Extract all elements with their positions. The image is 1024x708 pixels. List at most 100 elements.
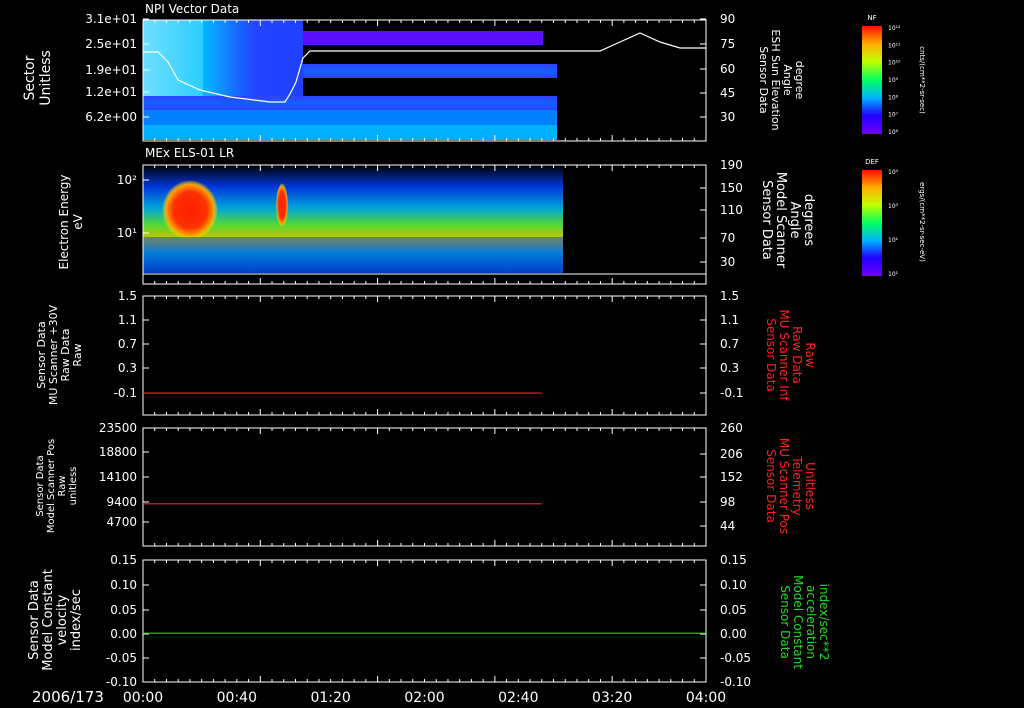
scanner-30v-ylabel: Sensor Data MU Scanner +30V Raw Data Raw: [35, 304, 84, 405]
els-title: MEx ELS-01 LR: [145, 146, 234, 160]
svg-text:Sensor Data: Sensor Data: [759, 180, 774, 260]
y-right-tick-label: -0.10: [720, 675, 751, 689]
y-tick-label: 9400: [106, 495, 137, 509]
svg-text:eV: eV: [71, 213, 85, 229]
panel-frame-5: [142, 559, 707, 683]
y-tick-label: 0.00: [110, 627, 137, 641]
y-tick-label: -0.10: [106, 675, 137, 689]
svg-text:DEF: DEF: [865, 158, 879, 166]
y-tick-label: 0.15: [110, 553, 137, 567]
acceleration-ylabel: Sensor Data Model Constant acceleration …: [778, 575, 831, 669]
time-tick-label: 00:00: [123, 690, 163, 706]
y-tick-label: 23500: [99, 421, 137, 435]
colorbar-tick-label: 10¹⁰: [888, 60, 901, 67]
time-tick-label: 01:20: [310, 690, 350, 706]
y-tick-label: 14100: [99, 470, 137, 484]
y-tick-label: 3.1e+01: [85, 12, 137, 26]
scanner-telemetry-ylabel: Sensor Data MU Scanner Pos Telemetry Uni…: [764, 438, 817, 534]
svg-text:Telemetry: Telemetry: [790, 455, 804, 515]
y-right-tick-label: -0.05: [720, 651, 751, 665]
npi-spectrogram: [143, 20, 557, 140]
npi-ylabel: Sector Unitless: [22, 50, 54, 106]
y-tick-label: -0.1: [114, 386, 137, 400]
colorbar-tick-label: 10¹: [888, 271, 899, 278]
panel-frame-4: [142, 427, 707, 547]
y-right-tick-label: 1.5: [720, 289, 739, 303]
date-label: 2006/173: [32, 688, 104, 706]
svg-text:unitless: unitless: [68, 467, 79, 506]
y-right-tick-label: 0.00: [720, 627, 747, 641]
y-right-tick-label: 98: [720, 495, 735, 509]
svg-text:Unitless: Unitless: [38, 50, 54, 106]
npi-colorbar: NF 10¹² 10¹¹ 10¹⁰ 10⁹ 10⁸ 10⁷ 10⁶ cnts/(cm**2-…: [862, 14, 926, 136]
svg-text:Unitless: Unitless: [803, 462, 817, 510]
y-tick-label: 0.7: [118, 337, 137, 351]
colorbar-tick-label: 10⁷: [888, 112, 899, 119]
y-tick-label: 1.5: [118, 289, 137, 303]
svg-text:Sensor Data: Sensor Data: [35, 455, 46, 516]
svg-text:Raw: Raw: [57, 475, 68, 496]
svg-text:MU Scanner Pos: MU Scanner Pos: [777, 438, 791, 534]
svg-text:Sensor Data: Sensor Data: [764, 318, 778, 392]
svg-text:Model Scanner: Model Scanner: [773, 172, 788, 269]
els-ylabel: Electron Energy eV: [57, 174, 85, 269]
y-right-tick-label: 90: [720, 12, 735, 26]
svg-text:Raw: Raw: [71, 343, 84, 366]
y-right-tick-label: 152: [720, 470, 743, 484]
chart-figure: NPI Vector Data MEx ELS-01 LR Sector Uni…: [22, 2, 926, 706]
y-right-tick-label: 110: [720, 203, 743, 217]
velocity-ylabel: Sensor Data Model Constant velocity inde…: [27, 569, 84, 671]
colorbar-tick-label: 10⁴: [888, 169, 899, 176]
svg-text:Raw: Raw: [803, 342, 817, 367]
y-tick-label: -0.05: [106, 651, 137, 665]
svg-text:velocity: velocity: [55, 594, 70, 645]
y-right-tick-label: 75: [720, 37, 735, 51]
svg-text:NF: NF: [867, 14, 876, 22]
y-right-tick-label: 0.05: [720, 603, 747, 617]
y-right-tick-label: 206: [720, 447, 743, 461]
y-right-tick-label: 44: [720, 519, 735, 533]
els-colorbar: DEF 10⁴ 10³ 10² 10¹ ergs/(cm**2-sr-sec-eV): [862, 158, 926, 278]
svg-text:Sensor Data: Sensor Data: [764, 449, 778, 523]
els-spectrogram: [143, 165, 563, 273]
svg-text:Model Scanner Pos: Model Scanner Pos: [46, 439, 57, 533]
time-tick-label: 03:20: [592, 690, 632, 706]
svg-text:Sensor Data: Sensor Data: [778, 585, 792, 659]
y-right-tick-label: 0.7: [720, 337, 739, 351]
time-tick-label: 04:00: [686, 690, 726, 706]
svg-text:Angle: Angle: [781, 64, 794, 96]
y-right-tick-label: 190: [720, 158, 743, 172]
sun-elevation-ylabel: Sensor Data ESH Sun Elevation Angle degr…: [757, 29, 806, 130]
y-tick-label: 0.3: [118, 361, 137, 375]
colorbar-tick-label: 10⁸: [888, 94, 899, 101]
scanner-pos-ylabel: Sensor Data Model Scanner Pos Raw unitle…: [35, 439, 79, 533]
svg-text:ESH Sun Elevation: ESH Sun Elevation: [769, 29, 782, 130]
y-tick-label: 2.5e+01: [85, 37, 137, 51]
panel-frame-3: [142, 295, 707, 416]
svg-text:Model Constant: Model Constant: [791, 575, 805, 669]
svg-text:degree: degree: [793, 61, 806, 100]
svg-text:Raw Data: Raw Data: [790, 326, 804, 384]
svg-text:Electron Energy: Electron Energy: [57, 174, 71, 269]
npi-title: NPI Vector Data: [145, 2, 239, 16]
y-right-tick-label: 60: [720, 62, 735, 76]
y-right-tick-label: 45: [720, 86, 735, 100]
scanner-inf-ylabel: Sensor Data MU Scanner Inf Raw Data Raw: [764, 309, 817, 401]
svg-text:MU Scanner Inf: MU Scanner Inf: [777, 309, 791, 401]
y-tick-label: 18800: [99, 445, 137, 459]
y-right-tick-label: 1.1: [720, 313, 739, 327]
y-tick-label: 1.2e+01: [85, 85, 137, 99]
colorbar-tick-label: 10⁶: [888, 129, 899, 136]
svg-text:acceleration: acceleration: [804, 585, 818, 659]
y-right-tick-label: 0.15: [720, 553, 747, 567]
y-right-tick-label: 0.10: [720, 578, 747, 592]
y-tick-label: 1.9e+01: [85, 63, 137, 77]
y-tick-label: 10¹: [117, 226, 137, 240]
y-tick-label: 1.1: [118, 313, 137, 327]
scanner-angle-ylabel: Sensor Data Model Scanner Angle degrees: [759, 172, 816, 269]
svg-text:Sensor Data: Sensor Data: [757, 46, 770, 113]
y-tick-label: 6.2e+00: [85, 110, 137, 124]
y-right-tick-label: 30: [720, 110, 735, 124]
colorbar-tick-label: 10¹²: [888, 25, 901, 32]
svg-text:Angle: Angle: [787, 202, 802, 239]
